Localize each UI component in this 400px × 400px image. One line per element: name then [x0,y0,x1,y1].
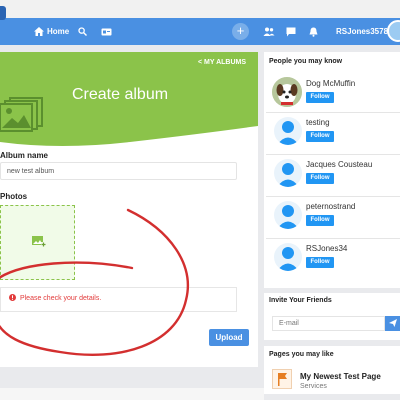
users-icon [263,27,275,36]
messages-button[interactable] [286,18,296,45]
app-logo[interactable] [0,6,6,20]
flag-icon [278,373,287,386]
default-avatar[interactable] [274,117,302,145]
follow-button[interactable]: Follow [306,173,334,184]
user-silhouette-icon [277,121,299,145]
dog-photo-icon [272,77,302,107]
people-title: People you may know [269,58,343,65]
default-avatar[interactable] [274,243,302,271]
chat-icon [286,27,296,36]
bell-icon [309,27,318,37]
page-thumbnail[interactable] [272,369,292,389]
album-name-input[interactable]: new test album [0,162,237,180]
dog-avatar[interactable] [272,77,302,107]
follow-button[interactable]: Follow [306,92,334,103]
upload-button[interactable]: Upload [209,329,249,346]
follow-button[interactable]: Follow [306,257,334,268]
my-albums-link[interactable]: < MY ALBUMS [198,59,246,66]
user-silhouette-icon [277,205,299,229]
photo-dropzone[interactable] [0,205,75,280]
username-label: RSJones35789 [336,27,393,36]
footer-strip [0,388,264,400]
friends-button[interactable] [263,18,275,45]
page-title: Create album [72,86,169,103]
nav-home-label: Home [47,27,70,36]
person-item: RSJones34 Follow [266,238,400,279]
plus-icon: + [236,23,245,38]
search-icon [78,27,87,36]
error-icon [9,294,16,301]
person-item: Jacques Cousteau Follow [266,154,400,195]
person-name[interactable]: testing [306,118,330,127]
person-name[interactable]: RSJones34 [306,244,347,253]
page-name[interactable]: My Newest Test Page [300,372,381,381]
home-icon [34,27,44,36]
person-name[interactable]: peternostrand [306,202,355,211]
user-silhouette-icon [277,247,299,271]
person-item: peternostrand Follow [266,196,400,237]
follow-button[interactable]: Follow [306,215,334,226]
send-invite-button[interactable] [385,316,400,331]
person-item: Dog McMuffin Follow [266,71,400,111]
search-button[interactable] [78,18,87,45]
id-card-icon [101,28,112,35]
notifications-button[interactable] [309,18,318,45]
id-card-button[interactable] [101,18,112,45]
browser-strip [0,0,400,18]
create-button[interactable]: + [232,23,249,40]
person-item: testing Follow [266,112,400,153]
person-name[interactable]: Jacques Cousteau [306,160,372,169]
user-menu[interactable]: RSJones35789 [336,18,392,45]
send-icon [388,319,397,327]
error-text: Please check your details. [19,295,102,302]
header-wave [0,126,258,150]
pages-title: Pages you may like [269,351,334,358]
add-photo-icon [32,236,46,247]
user-silhouette-icon [277,163,299,187]
follow-button[interactable]: Follow [306,131,334,142]
invite-email-input[interactable]: E-mail [272,316,385,331]
default-avatar[interactable] [274,201,302,229]
page-category: Services [300,383,327,390]
nav-home-link[interactable]: Home [34,18,69,45]
error-message: Please check your details. [9,292,101,306]
default-avatar[interactable] [274,159,302,187]
photos-label: Photos [0,192,28,201]
person-name[interactable]: Dog McMuffin [306,79,355,88]
album-name-label: Album name [0,151,49,160]
invite-title: Invite Your Friends [269,297,332,304]
